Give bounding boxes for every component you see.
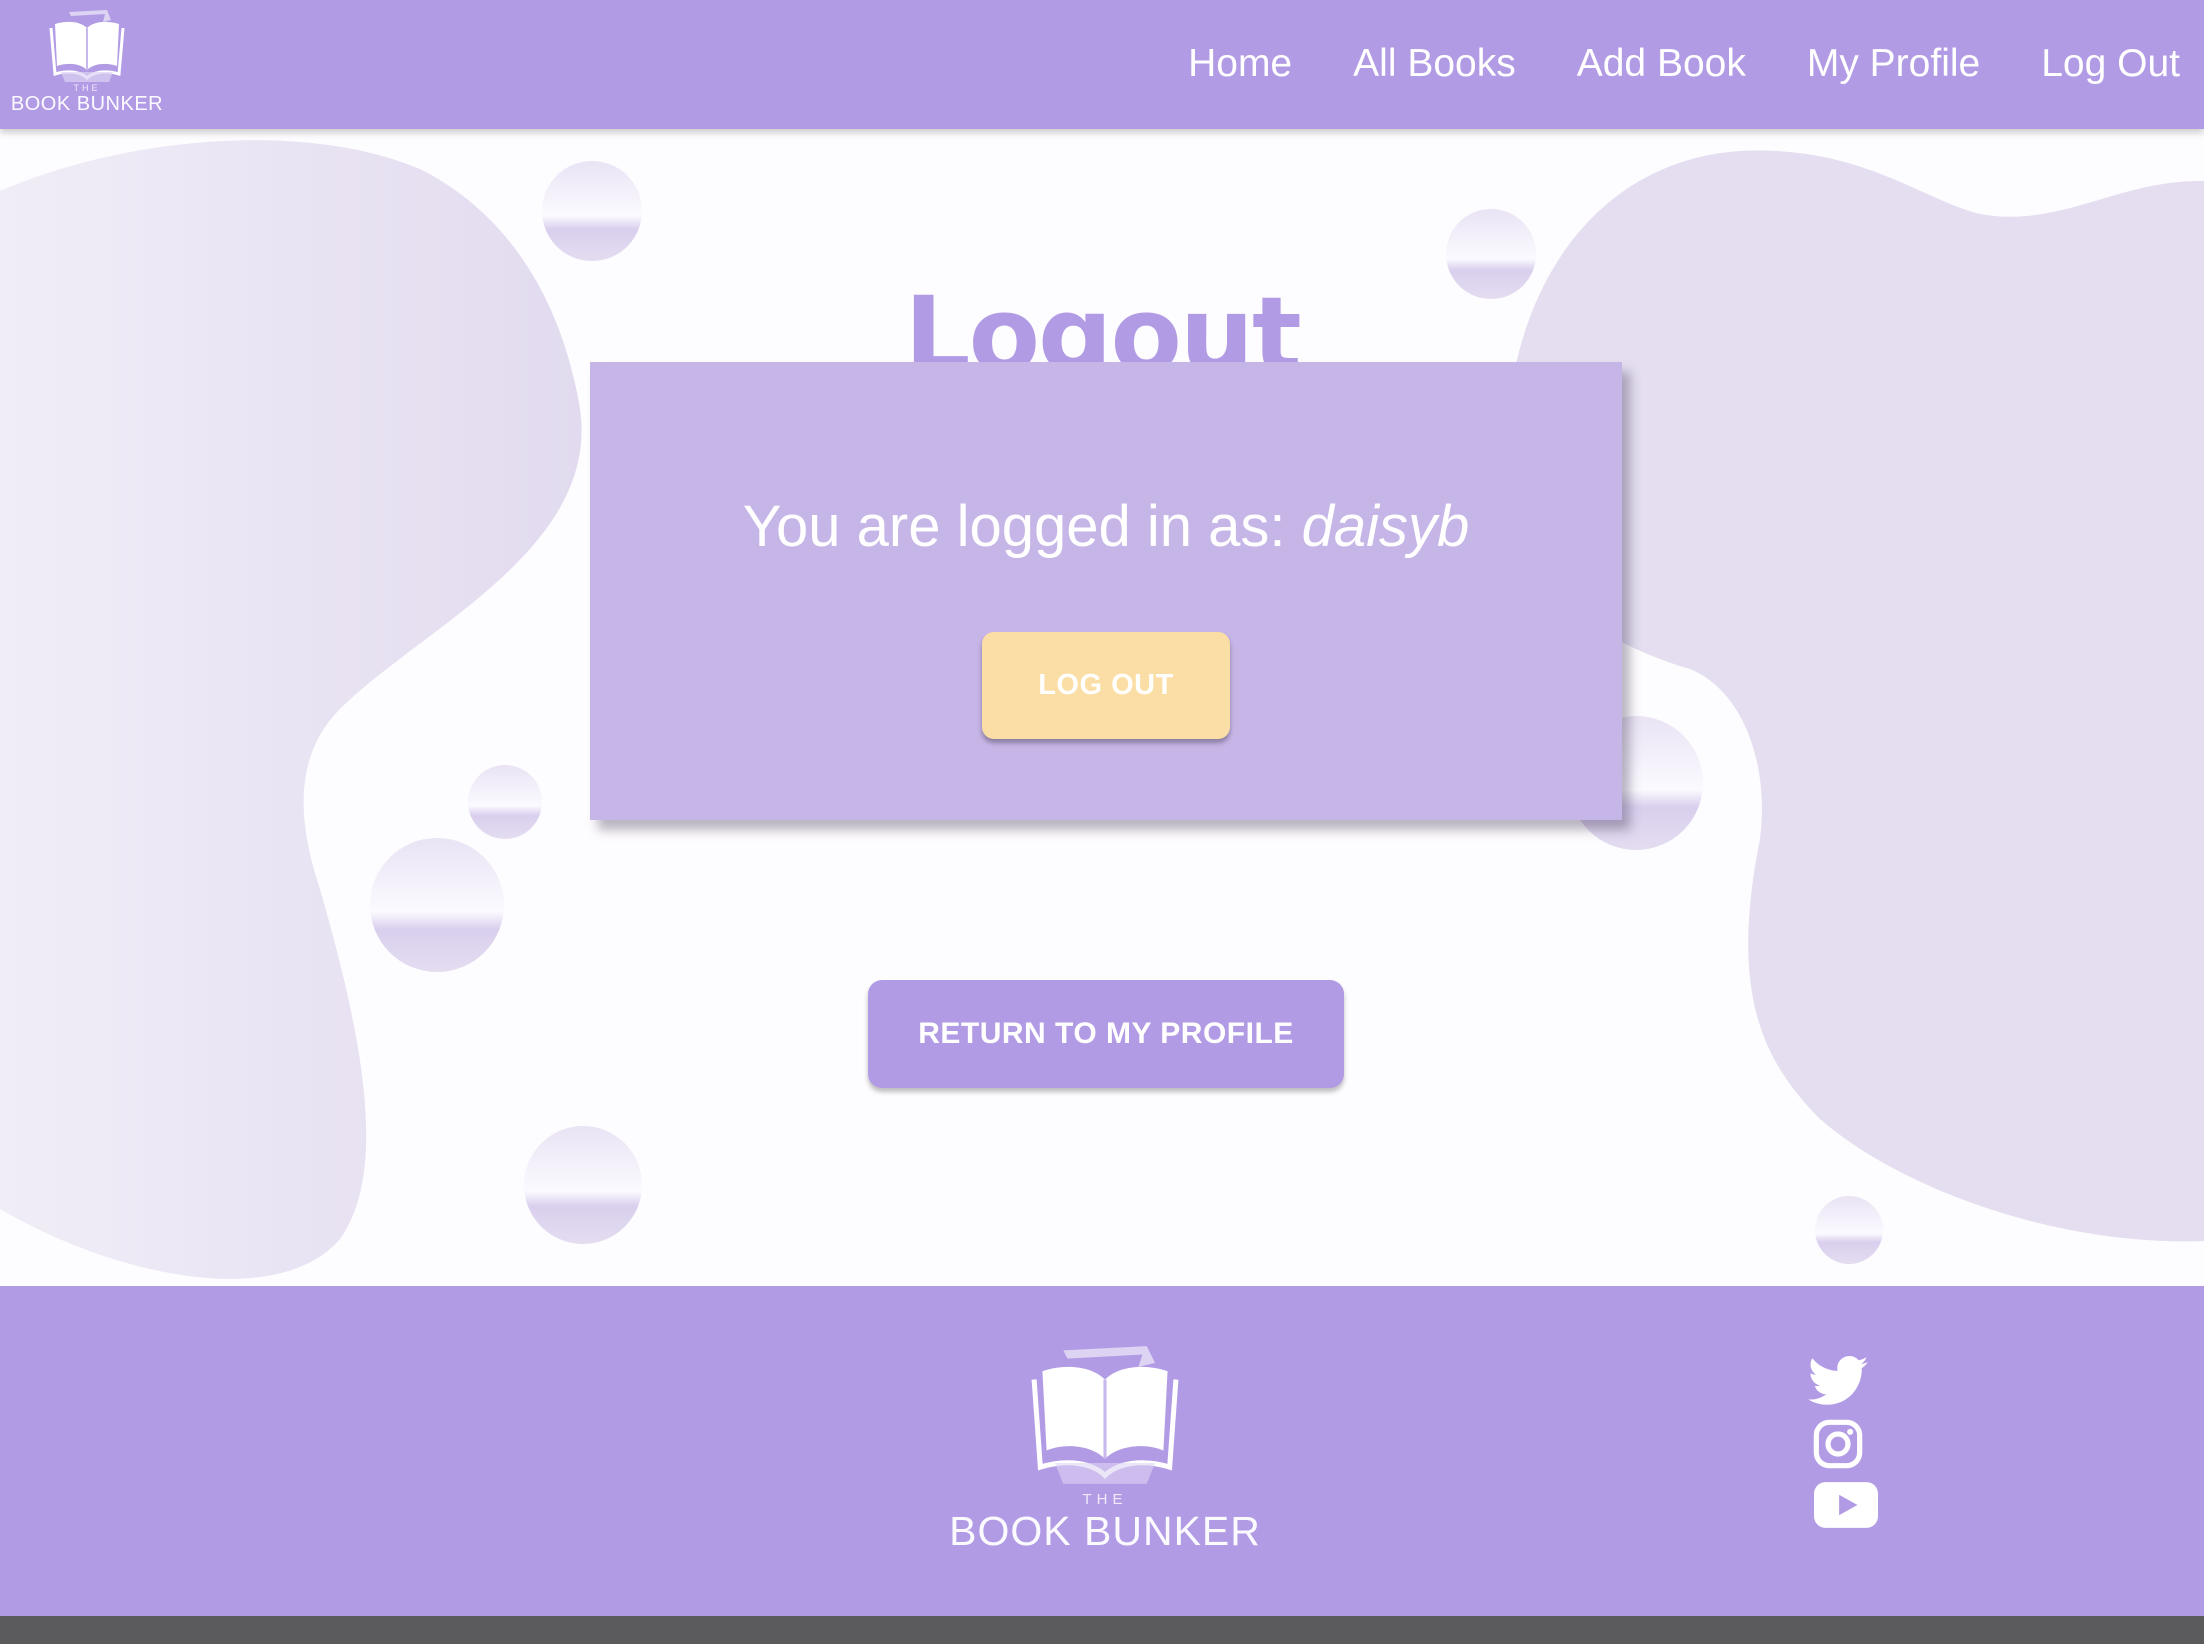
navbar: THE BOOK BUNKER Home All Books Add Book … — [0, 0, 2204, 129]
logged-in-prefix: You are logged in as: — [742, 494, 1302, 559]
footer-logo-name-text: BOOK BUNKER — [949, 1508, 1261, 1554]
log-out-button[interactable]: LOG OUT — [982, 632, 1230, 739]
username: daisyb — [1301, 494, 1470, 559]
bubble — [542, 161, 642, 261]
nav-log-out-link[interactable]: Log Out — [2041, 36, 2180, 92]
bubble — [524, 1126, 642, 1244]
nav-links: Home All Books Add Book My Profile Log O… — [1188, 36, 2180, 92]
bubble — [370, 838, 504, 972]
bubble — [468, 765, 542, 839]
logout-card: You are logged in as: daisyb LOG OUT — [590, 362, 1622, 820]
youtube-icon[interactable] — [1814, 1482, 1878, 1533]
logo-name-text: BOOK BUNKER — [10, 93, 164, 115]
brand-logo-link[interactable]: THE BOOK BUNKER — [11, 6, 163, 118]
return-to-profile-button[interactable]: RETURN TO MY PROFILE — [868, 980, 1344, 1088]
twitter-icon[interactable] — [1808, 1356, 1868, 1411]
footer: THE BOOK BUNKER — [0, 1286, 2204, 1616]
bubble — [1815, 1196, 1883, 1264]
nav-my-profile-link[interactable]: My Profile — [1807, 36, 1980, 92]
book-logo-icon — [1031, 1346, 1179, 1484]
book-logo-icon — [49, 10, 125, 82]
bottom-strip — [0, 1616, 2204, 1644]
logo-the-text: THE — [73, 83, 101, 93]
logged-in-status: You are logged in as: daisyb — [590, 492, 1622, 562]
nav-add-book-link[interactable]: Add Book — [1577, 36, 1746, 92]
nav-home-link[interactable]: Home — [1188, 36, 1292, 92]
nav-all-books-link[interactable]: All Books — [1353, 36, 1516, 92]
footer-logo: THE BOOK BUNKER — [949, 1342, 1260, 1572]
footer-logo-the-text: THE — [1082, 1491, 1128, 1508]
instagram-icon[interactable] — [1812, 1418, 1864, 1475]
